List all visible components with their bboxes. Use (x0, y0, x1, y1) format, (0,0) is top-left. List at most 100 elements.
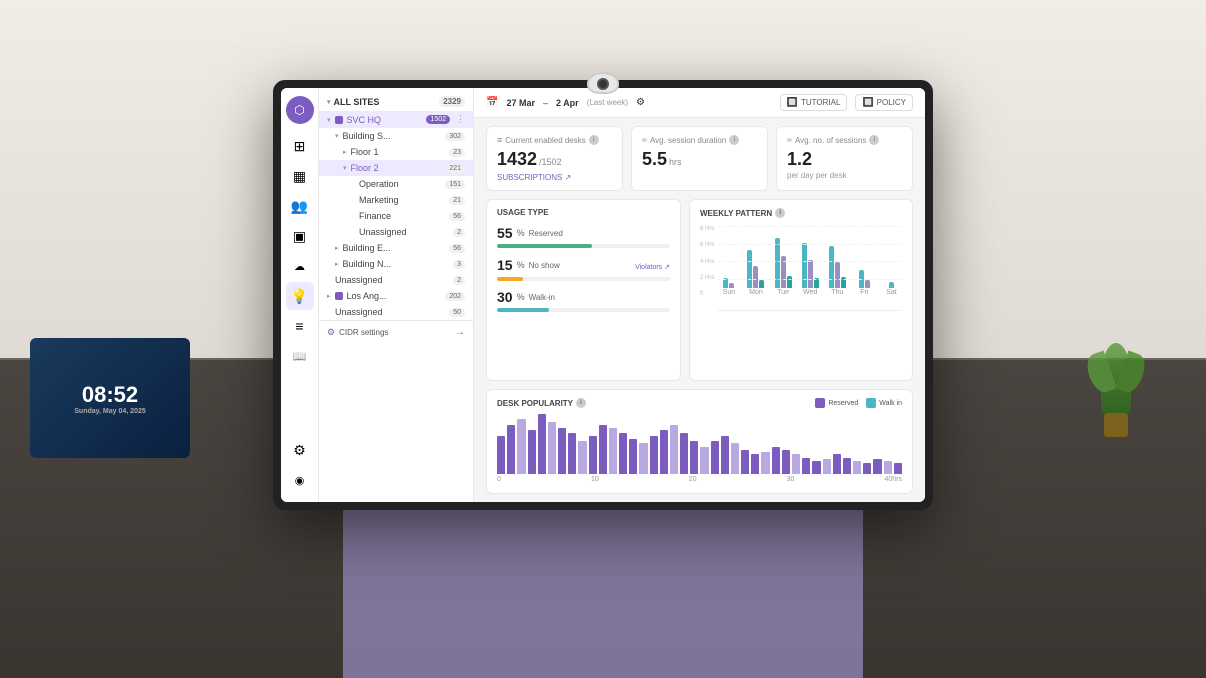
building-n-label: Building N... (343, 259, 392, 269)
enabled-desks-value: 1432 /1502 (497, 149, 612, 170)
y-label-2: 2 Hrs (700, 275, 714, 281)
usage-type-title: USAGE TYPE (497, 208, 670, 217)
topbar-settings-icon[interactable]: ⚙ (636, 97, 645, 108)
nav-item-building-e[interactable]: ▸ Building E... 56 (319, 240, 473, 256)
pop-bar-21 (711, 441, 719, 474)
sidebar-icon-settings[interactable]: ⚙ (286, 436, 314, 464)
y-axis-labels: 8 Hrs 6 Hrs 4 Hrs 2 Hrs 0 (700, 226, 714, 311)
y-label-8: 8 Hrs (700, 226, 714, 232)
sidebar-icon-calendar[interactable]: ▣ (286, 222, 314, 250)
legend-walkin-check[interactable] (866, 398, 876, 408)
pop-bar-36 (863, 463, 871, 474)
pop-bar-30 (802, 458, 810, 474)
building-s-label: Building S... (343, 131, 391, 141)
top-bar-left: 📅 27 Mar – 2 Apr (Last week) ⚙ (486, 97, 645, 108)
fri-bar-2 (865, 280, 870, 288)
sidebar-icon-cloud[interactable]: ☁ (286, 252, 314, 280)
legend-reserved: Reserved (815, 398, 858, 408)
cidr-settings-arrow: → (455, 327, 465, 338)
sidebar-icon-book[interactable]: 📖 (286, 342, 314, 370)
sat-bar-1 (889, 282, 894, 288)
sidebar-icon-building[interactable]: ▦ (286, 162, 314, 190)
nav-item-finance[interactable]: Finance 56 (319, 208, 473, 224)
violators-link[interactable]: Violators ↗ (635, 256, 670, 274)
all-sites-header[interactable]: ▾ ALL SITES 2329 (319, 88, 473, 111)
legend-walkin: Walk in (866, 398, 902, 408)
sidebar-icon-user[interactable]: ◉ (286, 466, 314, 494)
webcam (587, 72, 619, 94)
marketing-count: 21 (449, 196, 465, 205)
pop-bar-34 (843, 458, 851, 474)
usage-reserved-pct: 55 (497, 225, 513, 241)
sidebar-icon-desk[interactable]: 💡 (286, 282, 314, 310)
desk-pop-x-axis: 0 10 20 30 40hrs (497, 474, 902, 485)
sidebar-icon-people[interactable]: 👥 (286, 192, 314, 220)
pop-bar-10 (599, 425, 607, 474)
tue-bar-1 (775, 238, 780, 288)
brand-icon[interactable]: ⬡ (286, 96, 314, 124)
weekly-pattern-info[interactable]: i (775, 208, 785, 218)
cidr-settings-label: CIDR settings (339, 328, 388, 337)
policy-button[interactable]: 🔲 POLICY (855, 94, 913, 111)
unassigned-svc-count: 2 (453, 276, 465, 285)
day-thu: Thu (827, 246, 848, 296)
wed-bar-2 (808, 260, 813, 288)
svc-hq-label: SVC HQ (347, 115, 382, 125)
nav-item-svc-hq[interactable]: ▾ SVC HQ 1502 ⋮ (319, 111, 473, 128)
desk-popularity-card: DESK POPULARITY i Reserved Walk in (486, 389, 913, 494)
tutorial-button[interactable]: 🔲 TUTORIAL (780, 94, 848, 111)
fri-bar-1 (859, 270, 864, 288)
day-mon: Mon (745, 250, 766, 296)
y-label-6: 6 Hrs (700, 242, 714, 248)
nav-item-floor2[interactable]: ▾ Floor 2 221 (319, 160, 473, 176)
weekly-chart-container: 8 Hrs 6 Hrs 4 Hrs 2 Hrs 0 (700, 226, 902, 311)
session-duration-info[interactable]: i (729, 135, 739, 145)
nav-item-floor1[interactable]: ▸ Floor 1 23 (319, 144, 473, 160)
x-label-10: 10 (591, 476, 599, 483)
building-e-count: 56 (449, 244, 465, 253)
desk-pop-header: DESK POPULARITY i Reserved Walk in (497, 398, 902, 408)
sidebar-icon-pages[interactable]: ⊞ (286, 132, 314, 160)
usage-walkin-pct: 30 (497, 289, 513, 305)
nav-item-marketing[interactable]: Marketing 21 (319, 192, 473, 208)
monitor: ⬡ ⊞ ▦ 👥 ▣ ☁ 💡 ≡ 📖 ⚙ ◉ ▾ ALL SITES 2329 (273, 80, 933, 510)
building-e-label: Building E... (343, 243, 391, 253)
operation-label: Operation (359, 179, 399, 189)
nav-item-building-s[interactable]: ▾ Building S... 302 (319, 128, 473, 144)
los-ang-label: Los Ang... (347, 291, 387, 301)
policy-icon: 🔲 (862, 97, 873, 108)
date-sub: (Last week) (587, 98, 628, 107)
nav-item-operation[interactable]: Operation 151 (319, 176, 473, 192)
session-duration-sub: hrs (669, 157, 682, 167)
pop-bar-28 (782, 450, 790, 474)
usage-walkin-bar (497, 308, 549, 312)
sessions-info[interactable]: i (869, 135, 879, 145)
date-separator: – (543, 98, 548, 108)
subscriptions-link[interactable]: SUBSCRIPTIONS ↗ (497, 173, 612, 182)
desk-pop-title: DESK POPULARITY i (497, 398, 586, 408)
nav-item-unassigned-la[interactable]: Unassigned 50 (319, 304, 473, 320)
pop-bar-26 (761, 452, 769, 474)
cidr-settings-link[interactable]: ⚙ CIDR settings → (319, 320, 473, 344)
sidebar-icon-list[interactable]: ≡ (286, 312, 314, 340)
pop-bar-11 (609, 428, 617, 474)
thu-bar-3 (841, 277, 846, 288)
day-fri-label: Fri (860, 289, 868, 296)
finance-label: Finance (359, 211, 391, 221)
day-wed-bars (802, 243, 819, 288)
pop-bar-2 (517, 419, 525, 474)
legend-reserved-check[interactable] (815, 398, 825, 408)
nav-item-building-n[interactable]: ▸ Building N... 3 (319, 256, 473, 272)
desk-pop-bars (497, 414, 902, 474)
pop-bar-33 (833, 454, 841, 474)
top-bar: 📅 27 Mar – 2 Apr (Last week) ⚙ 🔲 TUTORIA… (474, 88, 925, 118)
all-sites-label: ALL SITES (334, 97, 380, 107)
nav-item-unassigned-svc[interactable]: Unassigned 2 (319, 272, 473, 288)
nav-item-los-ang[interactable]: ▸ Los Ang... 202 (319, 288, 473, 304)
enabled-desks-info[interactable]: i (589, 135, 599, 145)
nav-item-unassigned-f2[interactable]: Unassigned 2 (319, 224, 473, 240)
usage-walkin-header: 30 % Walk-in (497, 289, 670, 305)
pop-bar-37 (873, 459, 881, 474)
desk-pop-info[interactable]: i (576, 398, 586, 408)
tue-bar-3 (787, 276, 792, 288)
